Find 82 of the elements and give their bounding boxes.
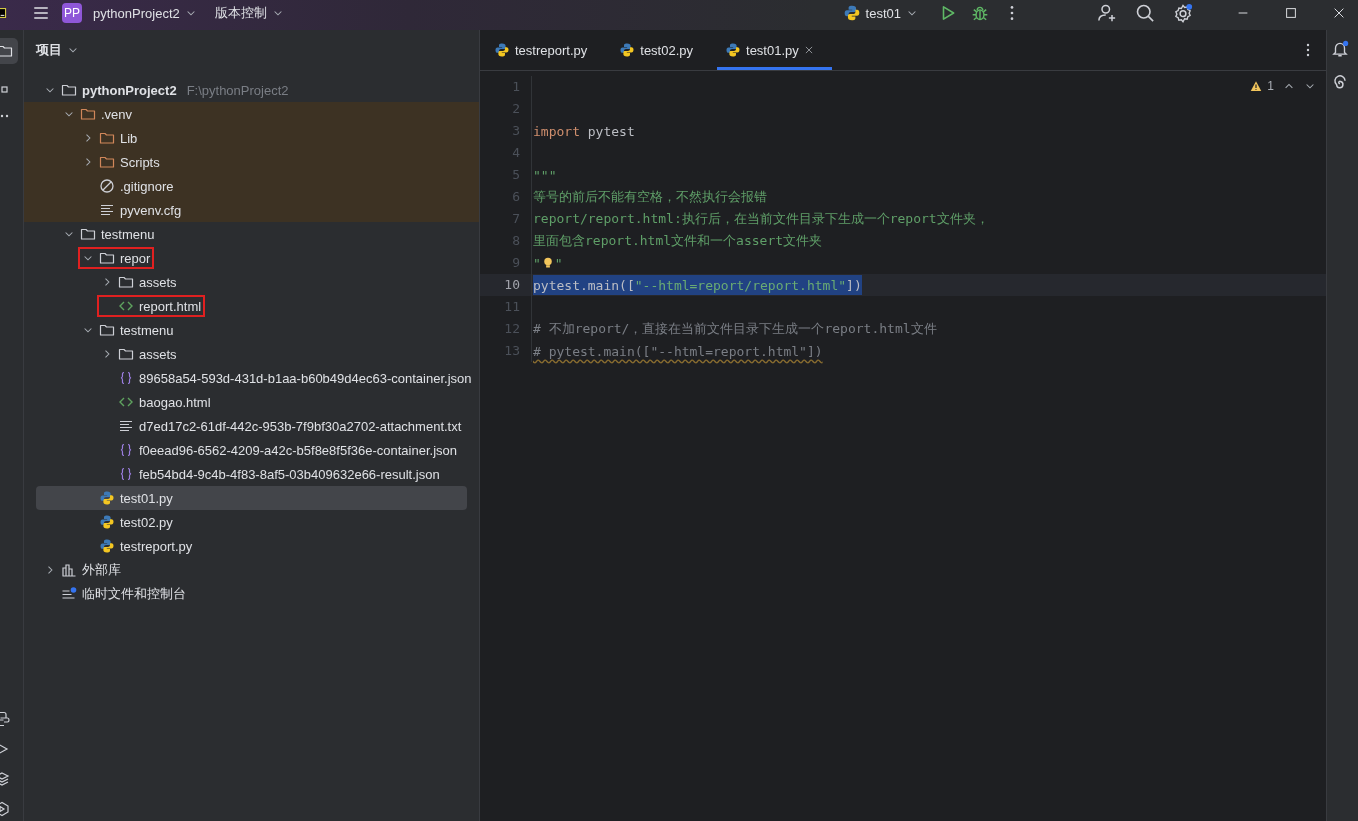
bar-chart-icon (61, 562, 77, 578)
file-name[interactable]: report.html (139, 298, 202, 314)
maximize-icon[interactable] (1284, 6, 1298, 20)
python-icon (494, 42, 510, 58)
python-icon (725, 42, 742, 58)
editor-tab[interactable]: test01.py (717, 30, 832, 70)
list-clock-icon (61, 586, 77, 602)
code-text: import (533, 123, 580, 139)
vcs-dropdown[interactable]: 版本控制 (210, 4, 288, 22)
file-path: F:\pythonProject2 (186, 82, 289, 98)
run-config-dropdown[interactable]: test01 (838, 4, 922, 22)
code-text: pytest.main([ (533, 277, 635, 293)
close-icon[interactable] (1332, 6, 1346, 20)
file-name[interactable]: assets (139, 274, 177, 290)
code-text: ]) (846, 277, 862, 293)
folder-icon (118, 346, 134, 362)
file-name[interactable]: 89658a54-593d-431d-b1aa-b60b49d4ec63-container.json (139, 370, 472, 386)
curly-braces-icon (118, 370, 134, 386)
folder-icon (61, 82, 77, 98)
file-name[interactable]: test02.py (120, 514, 173, 530)
python-icon (99, 514, 115, 530)
folder-icon (99, 250, 115, 266)
editor-tab[interactable]: testreport.py (486, 30, 606, 70)
code-text: 里面包含report.html文件和一个assert文件夹 (533, 232, 823, 250)
warning-icon (1250, 80, 1263, 92)
project-badge: PP (62, 3, 82, 23)
search-icon[interactable] (1135, 3, 1155, 23)
editor-tab[interactable]: test02.py (611, 30, 712, 70)
file-name[interactable]: 外部库 (82, 561, 121, 579)
folder-icon[interactable] (0, 43, 13, 59)
text-lines-icon (118, 418, 134, 434)
folder-icon (99, 154, 115, 170)
code-text: " (554, 255, 563, 271)
folder-icon (80, 106, 96, 122)
warning-count: 1 (1267, 79, 1274, 93)
bug-icon[interactable] (971, 4, 989, 22)
file-name[interactable]: d7ed17c2-61df-442c-953b-7f9bf30a2702-attachment.txt (139, 418, 462, 434)
selected-row[interactable]: test01.py (36, 486, 467, 510)
python-icon (619, 42, 636, 58)
code-text: # pytest.main(["--html=report.html"]) (533, 343, 823, 359)
project-dropdown[interactable]: pythonProject2 (89, 5, 201, 21)
file-name[interactable]: baogao.html (139, 394, 211, 410)
close-icon[interactable] (803, 45, 814, 55)
folder-icon (80, 226, 96, 242)
file-name[interactable]: Lib (120, 130, 138, 146)
file-name[interactable]: pythonProject2 (82, 82, 177, 98)
file-name[interactable]: feb54bd4-9c4b-4f83-8af5-03b409632e66-result.json (139, 466, 440, 482)
code-text: "--html=report/report.html" (634, 277, 847, 293)
bell-icon[interactable] (1330, 40, 1349, 58)
curly-braces-icon (118, 442, 134, 458)
folder-icon (118, 274, 134, 290)
code-text: """ (533, 167, 557, 183)
file-name[interactable]: assets (139, 346, 177, 362)
code-text: 等号的前后不能有空格，不然执行会报错 (533, 188, 767, 206)
settings-icon[interactable] (1173, 3, 1193, 23)
add-user-icon[interactable] (1097, 3, 1117, 23)
folder-icon (99, 130, 115, 146)
file-name[interactable]: pyvenv.cfg (120, 202, 182, 218)
menu-icon[interactable] (32, 4, 50, 22)
file-name[interactable]: test01.py (120, 490, 173, 506)
curly-braces-icon (118, 466, 134, 482)
file-name[interactable]: 临时文件和控制台 (82, 585, 186, 603)
file-name[interactable]: f0eead96-6562-4209-a42c-b5f8e8f5f36e-container.json (139, 442, 458, 458)
panel-title-dropdown[interactable]: 项目 (32, 41, 83, 59)
code-text: " (533, 255, 541, 271)
python-icon (99, 538, 115, 554)
python-icon (842, 4, 861, 22)
python-icon (99, 490, 115, 506)
prohibited-icon (99, 178, 115, 194)
lightbulb-icon[interactable] (541, 256, 554, 270)
line-number: 10 (480, 274, 532, 296)
file-name[interactable]: testmenu (120, 322, 174, 338)
file-name[interactable]: repor (120, 250, 151, 266)
file-name[interactable]: .gitignore (120, 178, 174, 194)
code-text: pytest (586, 123, 635, 139)
text-lines-icon (99, 202, 115, 218)
folder-icon (99, 322, 115, 338)
code-text: report/report.html:执行后，在当前文件目录下生成一个report文件夹， (533, 210, 989, 228)
file-name[interactable]: Scripts (120, 154, 160, 170)
file-name[interactable]: testreport.py (120, 538, 193, 554)
file-name[interactable]: testmenu (101, 226, 155, 242)
file-name[interactable]: .venv (101, 106, 133, 122)
